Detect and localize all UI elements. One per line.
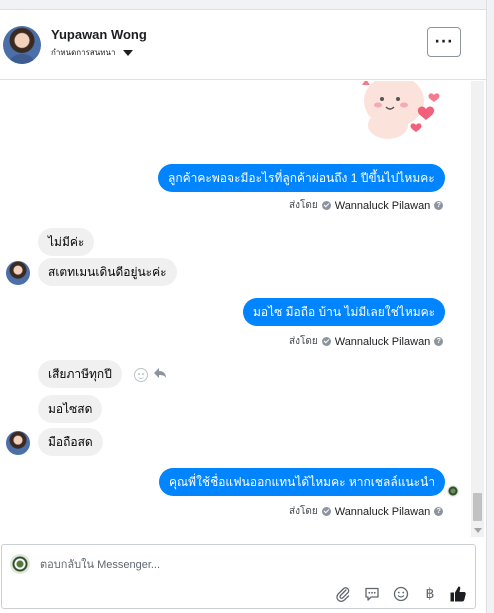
sent-by-agent: Wannaluck Pilawan bbox=[334, 335, 431, 348]
smile-icon[interactable] bbox=[392, 585, 410, 603]
verified-check-icon bbox=[321, 337, 331, 346]
message-thread: ลูกค้าคะพอจะมีอะไรที่ลูกค้าผ่อนถึง 1 ปีข… bbox=[0, 81, 486, 537]
incoming-message[interactable]: มือถือสด bbox=[38, 428, 103, 456]
outgoing-message[interactable]: ลูกค้าคะพอจะมีอะไรที่ลูกค้าผ่อนถึง 1 ปีข… bbox=[158, 164, 445, 192]
seen-avatar-icon bbox=[447, 485, 459, 497]
conversation-status-dropdown[interactable]: กำหนดการสนทนา bbox=[51, 46, 133, 59]
sent-by-prefix: ส่งโดย bbox=[289, 200, 318, 211]
help-icon[interactable]: ? bbox=[434, 201, 444, 210]
verified-check-icon bbox=[321, 507, 331, 516]
smile-react-icon[interactable] bbox=[134, 368, 148, 382]
contact-name[interactable]: Yupawan Wong bbox=[51, 27, 147, 42]
sent-by-info: ส่งโดย Wannaluck Pilawan ? bbox=[289, 334, 444, 349]
verified-check-icon bbox=[321, 201, 331, 210]
thumbs-up-icon[interactable] bbox=[449, 585, 467, 603]
incoming-message[interactable]: เสียภาษีทุกปี bbox=[38, 360, 122, 388]
outgoing-message[interactable]: มอไซ มือถือ บ้าน ไม่มีเลยใช่ไหมคะ bbox=[243, 298, 446, 326]
sent-by-prefix: ส่งโดย bbox=[289, 506, 318, 517]
incoming-message[interactable]: ไม่มีค่ะ bbox=[38, 228, 95, 256]
window-top-edge bbox=[0, 0, 494, 10]
sticker-image[interactable] bbox=[350, 81, 446, 141]
sent-by-agent: Wannaluck Pilawan bbox=[334, 199, 431, 212]
contact-avatar-small bbox=[6, 431, 30, 455]
paperclip-icon[interactable] bbox=[334, 585, 352, 603]
sent-by-info: ส่งโดย Wannaluck Pilawan ? bbox=[289, 198, 444, 213]
incoming-message[interactable]: สเตทเมนเดินดีอยู่นะค่ะ bbox=[38, 258, 177, 286]
window-right-edge bbox=[486, 0, 494, 613]
sent-by-info: ส่งโดย Wannaluck Pilawan ? bbox=[289, 504, 444, 519]
help-icon[interactable]: ? bbox=[434, 507, 444, 516]
scrollbar-thumb[interactable] bbox=[473, 493, 482, 521]
sent-by-agent: Wannaluck Pilawan bbox=[334, 505, 431, 518]
conversation-status-label: กำหนดการสนทนา bbox=[51, 48, 116, 57]
message-composer: ฿ bbox=[1, 544, 476, 609]
help-icon[interactable]: ? bbox=[434, 337, 444, 346]
contact-avatar-small bbox=[6, 261, 30, 285]
reply-input[interactable] bbox=[40, 556, 400, 574]
sent-by-prefix: ส่งโดย bbox=[289, 336, 318, 347]
chevron-down-icon bbox=[122, 49, 133, 56]
scroll-down-arrow-icon[interactable] bbox=[474, 528, 482, 533]
reply-icon[interactable] bbox=[153, 366, 167, 380]
thread-scrollbar[interactable] bbox=[471, 81, 484, 537]
baht-payment-icon[interactable]: ฿ bbox=[421, 585, 439, 603]
page-avatar bbox=[10, 554, 30, 574]
outgoing-message[interactable]: คุณพี่ใช้ชื่อแฟนออกแทนได้ไหมคะ หากเชลล์แ… bbox=[159, 468, 446, 496]
speech-bubble-icon[interactable] bbox=[363, 585, 381, 603]
conversation-header: Yupawan Wong กำหนดการสนทนา ··· bbox=[0, 10, 486, 80]
contact-avatar[interactable] bbox=[3, 26, 41, 64]
incoming-message[interactable]: มอไซสด bbox=[38, 395, 103, 423]
more-options-button[interactable]: ··· bbox=[427, 27, 461, 57]
